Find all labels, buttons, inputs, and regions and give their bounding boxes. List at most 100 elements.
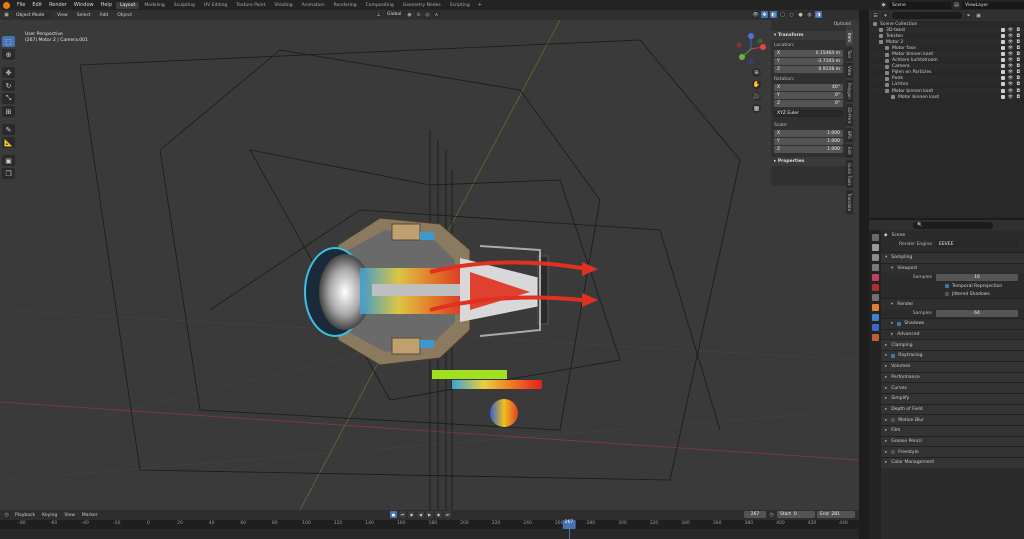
timeline-menu-marker[interactable]: Marker <box>80 513 100 518</box>
render-visibility-icon[interactable]: ◘ <box>1016 82 1020 87</box>
render-samples-field[interactable]: 64 <box>936 310 1018 318</box>
start-frame-field[interactable]: Start 0 <box>777 511 815 518</box>
falloff-icon[interactable]: ∧ <box>433 11 440 18</box>
workspace-tab-scripting[interactable]: Scripting <box>446 2 474 9</box>
display-mode-icon[interactable]: ▾ <box>882 12 889 19</box>
scale-x-field[interactable]: X 1.000 <box>774 130 843 137</box>
workspace-tab-texture-paint[interactable]: Texture Paint <box>232 2 269 9</box>
frame-ruler[interactable]: -80 -60 -40 -20 0 20 40 60 80 100 120 140 160 180 200 2… <box>0 520 859 529</box>
material-properties-tab-icon[interactable] <box>871 334 879 341</box>
wireframe-shading-icon[interactable]: ○ <box>788 11 795 18</box>
zoom-icon[interactable]: ⊕ <box>752 68 761 77</box>
motion-blur-panel-header[interactable]: ▸ Motion Blur <box>881 414 1024 425</box>
pan-icon[interactable]: ✋ <box>752 80 761 89</box>
sidebar-tab-polygon[interactable]: Polygon <box>846 80 853 103</box>
play-reverse-icon[interactable]: ◀ <box>417 511 424 518</box>
render-visibility-icon[interactable]: ◘ <box>1016 40 1020 45</box>
timeline-menu-playback[interactable]: Playback <box>13 513 37 518</box>
proportional-edit-icon[interactable]: ◎ <box>424 11 431 18</box>
eye-icon[interactable]: 👁 <box>1008 52 1014 57</box>
outliner-editor-icon[interactable]: ☰ <box>872 12 879 19</box>
film-panel-header[interactable]: ▸ Film <box>881 424 1024 436</box>
exclude-checkbox[interactable] <box>1000 52 1005 57</box>
raytracing-panel-header[interactable]: ▸ Raytracing <box>881 350 1024 361</box>
object-properties-tab-icon[interactable] <box>871 304 879 311</box>
location-y-field[interactable]: Y -3.7103 m <box>774 58 843 65</box>
xray-icon[interactable]: ▢ <box>779 11 786 18</box>
shadows-subpanel-header[interactable]: ▸ Shadows <box>881 318 1024 329</box>
render-properties-tab-icon[interactable] <box>871 244 879 251</box>
solid-shading-icon[interactable]: ● <box>797 11 804 18</box>
temporal-reprojection-checkbox[interactable]: Temporal Reprojection <box>881 282 1024 290</box>
jump-end-icon[interactable]: ⏭ <box>444 511 451 518</box>
render-visibility-icon[interactable]: ◘ <box>1016 89 1020 94</box>
workspace-tab-sculpting[interactable]: Sculpting <box>170 2 199 9</box>
add-object-tool-icon[interactable]: ❒ <box>2 168 15 179</box>
workspace-tab-uv-editing[interactable]: UV Editing <box>200 2 231 9</box>
render-visibility-icon[interactable]: ◘ <box>1016 52 1020 57</box>
exclude-checkbox[interactable] <box>1000 45 1005 50</box>
menu-file[interactable]: File <box>14 2 28 8</box>
outliner-row[interactable]: Motor binnen kant 👁 ◘ <box>869 94 1024 100</box>
exclude-checkbox[interactable] <box>1000 82 1005 87</box>
properties-section-header[interactable]: ▸ Properties <box>771 157 846 166</box>
pivot-icon[interactable]: ◉ <box>406 11 413 18</box>
exclude-checkbox[interactable] <box>1000 94 1005 99</box>
performance-panel-header[interactable]: ▸ Performance <box>881 371 1024 383</box>
curves-panel-header[interactable]: ▸ Curves <box>881 382 1024 393</box>
next-keyframe-icon[interactable]: ◆ <box>435 511 442 518</box>
overlay-toggle-icon[interactable]: ◐ <box>770 11 777 18</box>
prev-keyframe-icon[interactable]: ◆ <box>408 511 415 518</box>
rotation-y-field[interactable]: Y 0° <box>774 92 843 99</box>
exclude-checkbox[interactable] <box>1000 33 1005 38</box>
rendered-shading-icon[interactable]: ◑ <box>815 11 822 18</box>
add-workspace-button[interactable]: + <box>475 2 485 8</box>
scale-z-field[interactable]: Z 1.000 <box>774 146 843 153</box>
sampling-panel-header[interactable]: ▾ Sampling <box>881 252 1024 263</box>
orientation-dropdown[interactable]: Global <box>384 11 404 18</box>
current-frame-indicator[interactable]: 267 <box>562 520 576 529</box>
sidebar-tab-view[interactable]: View <box>846 62 853 79</box>
eye-icon[interactable]: 👁 <box>1008 34 1014 39</box>
gizmo-toggle-icon[interactable]: ✥ <box>761 11 768 18</box>
render-visibility-icon[interactable]: ◘ <box>1016 70 1020 75</box>
move-tool-icon[interactable]: ✥ <box>2 67 15 78</box>
outliner-search-input[interactable] <box>892 12 962 19</box>
navigation-gizmo[interactable] <box>736 32 766 66</box>
grease-pencil-panel-header[interactable]: ▸ Grease Pencil <box>881 435 1024 447</box>
view-layer-icon[interactable]: ▤ <box>953 1 960 9</box>
rotate-tool-icon[interactable]: ↻ <box>2 80 15 91</box>
volumes-panel-header[interactable]: ▸ Volumes <box>881 360 1024 372</box>
menu-window[interactable]: Window <box>71 2 97 8</box>
playhead[interactable] <box>569 529 570 539</box>
scale-tool-icon[interactable]: ⤡ <box>2 93 15 104</box>
exclude-checkbox[interactable] <box>1000 27 1005 32</box>
viewport-menu-add[interactable]: Add <box>97 13 112 18</box>
transform-tool-icon[interactable]: ⊞ <box>2 106 15 117</box>
view-layer-tab-icon[interactable] <box>871 264 879 271</box>
auto-keying-icon[interactable]: ● <box>390 511 397 518</box>
render-visibility-icon[interactable]: ◘ <box>1016 76 1020 81</box>
workspace-tab-modeling[interactable]: Modeling <box>140 2 168 9</box>
eye-icon[interactable]: 👁 <box>1008 82 1014 87</box>
sidebar-tab-edit[interactable]: Edit <box>846 144 853 158</box>
exclude-checkbox[interactable] <box>1000 58 1005 63</box>
exclude-checkbox[interactable] <box>1000 88 1005 93</box>
jump-start-icon[interactable]: ⏮ <box>399 511 406 518</box>
camera-view-icon[interactable]: 🎥 <box>752 92 761 101</box>
modifier-properties-tab-icon[interactable] <box>871 314 879 321</box>
rotation-x-field[interactable]: X 40° <box>774 84 843 91</box>
rotation-z-field[interactable]: Z 0° <box>774 100 843 107</box>
sidebar-tab-bps[interactable]: BPS <box>846 128 853 143</box>
eye-icon[interactable]: 👁 <box>1008 64 1014 69</box>
location-x-field[interactable]: X 0.15464 m <box>774 50 843 57</box>
scene-icon[interactable]: ◆ <box>880 1 887 9</box>
exclude-checkbox[interactable] <box>1000 39 1005 44</box>
depth-of-field-panel-header[interactable]: ▸ Depth of Field <box>881 403 1024 415</box>
new-collection-icon[interactable]: ▣ <box>975 12 982 19</box>
perspective-toggle-icon[interactable]: ▦ <box>752 104 761 113</box>
render-visibility-icon[interactable]: ◘ <box>1016 95 1020 100</box>
menu-help[interactable]: Help <box>98 2 115 8</box>
3d-viewport[interactable]: ▣ Object Mode View Select Add Object ⟂ G… <box>0 10 859 510</box>
viewport-menu-select[interactable]: Select <box>74 13 94 18</box>
